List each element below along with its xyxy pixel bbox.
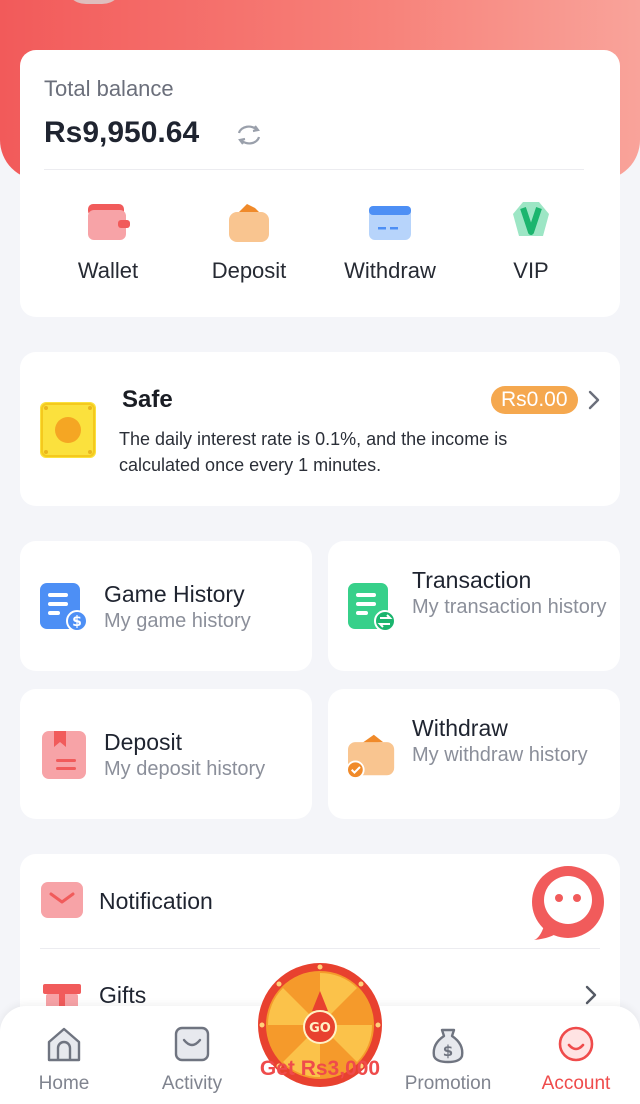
svg-text:$: $ (72, 614, 82, 630)
withdraw-history-subtitle: My withdraw history (412, 744, 588, 766)
vip-button[interactable]: VIP (456, 196, 606, 296)
deposit-icon (229, 204, 269, 242)
safe-title: Safe (122, 386, 173, 413)
chevron-right-icon (585, 985, 597, 1005)
withdraw-history-title: Withdraw (412, 715, 508, 741)
deposit-history-tile[interactable]: Deposit My deposit history (20, 689, 312, 819)
safe-amount-badge: Rs0.00 (491, 386, 578, 414)
deposit-history-title: Deposit (104, 729, 182, 755)
transaction-subtitle: My transaction history (412, 596, 607, 618)
game-history-subtitle: My game history (104, 610, 251, 632)
deposit-history-icon (42, 731, 86, 779)
home-icon (47, 1027, 81, 1062)
withdraw-button[interactable]: Withdraw (315, 196, 465, 296)
total-balance-amount: Rs9,950.64 (44, 116, 200, 149)
transaction-tile[interactable]: Transaction My transaction history (328, 541, 620, 671)
notification-label: Notification (99, 888, 213, 914)
nav-account[interactable]: Account (521, 1006, 631, 1104)
gifts-label: Gifts (99, 982, 147, 1008)
promo-get-bonus-label[interactable]: Get Rs3,000 (230, 1057, 410, 1081)
withdraw-icon (369, 206, 411, 240)
deposit-history-subtitle: My deposit history (104, 758, 266, 780)
withdraw-history-icon (348, 734, 395, 779)
game-history-tile[interactable]: $ Game History My game history (20, 541, 312, 671)
refresh-icon[interactable] (234, 123, 264, 147)
vip-icon (513, 202, 549, 236)
game-history-icon: $ (40, 583, 88, 632)
promotion-icon: $ (432, 1028, 464, 1064)
total-balance-label: Total balance (44, 76, 174, 101)
transaction-title: Transaction (412, 567, 532, 593)
divider (40, 948, 600, 949)
divider (44, 169, 584, 170)
deposit-label: Deposit (211, 258, 287, 283)
customer-service-chat-icon[interactable] (530, 864, 606, 942)
vip-label: VIP (513, 258, 549, 283)
svg-text:$: $ (443, 1042, 453, 1060)
wheel-go-text: GO (309, 1021, 331, 1036)
mail-icon (41, 882, 83, 918)
safe-description: The daily interest rate is 0.1%, and the… (119, 429, 508, 475)
activity-icon (174, 1026, 210, 1062)
transaction-icon (348, 583, 396, 632)
wallet-label: Wallet (77, 258, 139, 283)
nav-home-label: Home (38, 1073, 90, 1094)
safe-card[interactable]: Safe Rs0.00 The daily interest rate is 0… (20, 352, 620, 506)
withdraw-label: Withdraw (344, 258, 436, 283)
balance-card: Total balance Rs9,950.64 Wallet Deposit (20, 50, 620, 317)
deposit-button[interactable]: Deposit (174, 196, 324, 296)
nav-activity[interactable]: Activity (137, 1006, 247, 1104)
chevron-right-icon (588, 390, 600, 410)
nav-promotion[interactable]: $ Promotion (393, 1006, 503, 1104)
nav-account-label: Account (541, 1073, 611, 1094)
wallet-icon (88, 204, 130, 240)
withdraw-history-tile[interactable]: Withdraw My withdraw history (328, 689, 620, 819)
game-history-title: Game History (104, 581, 245, 607)
safe-icon (40, 402, 96, 458)
wallet-button[interactable]: Wallet (33, 196, 183, 296)
nav-home[interactable]: Home (9, 1006, 119, 1104)
account-icon (558, 1026, 594, 1062)
balance-actions: Wallet Deposit Withdraw VIP (20, 196, 620, 296)
